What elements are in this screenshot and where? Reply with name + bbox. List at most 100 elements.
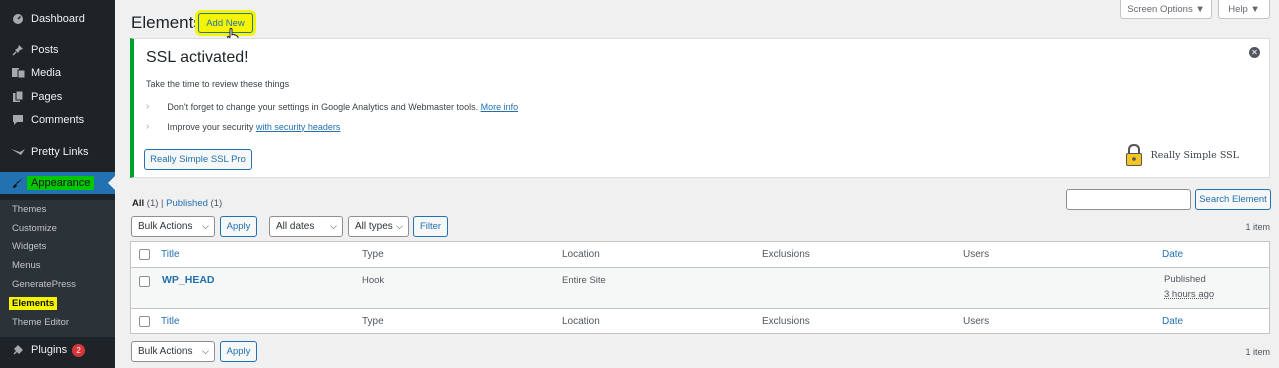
bulk-actions-select[interactable]: Bulk Actions ⌵ xyxy=(131,216,215,237)
chevron-right-icon: › xyxy=(146,101,150,112)
plugins-icon xyxy=(11,343,25,357)
chevron-right-icon: › xyxy=(146,121,150,132)
column-footer-exclusions: Exclusions xyxy=(762,316,810,327)
filter-separator: | xyxy=(161,198,164,209)
ssl-pro-button[interactable]: Really Simple SSL Pro xyxy=(144,149,252,170)
search-input[interactable] xyxy=(1066,189,1191,210)
pin-icon xyxy=(11,43,25,57)
sidebar-item-plugins[interactable]: Plugins 2 xyxy=(0,339,115,361)
pretty-links-icon xyxy=(11,145,25,159)
sidebar-item-dashboard[interactable]: Dashboard xyxy=(0,8,115,30)
submenu-item-elements[interactable]: Elements xyxy=(9,297,58,310)
chevron-down-icon: ⌵ xyxy=(396,221,403,231)
add-new-button[interactable]: Add New xyxy=(198,13,253,33)
apply-button-bottom[interactable]: Apply xyxy=(220,341,257,362)
sidebar-item-label: Dashboard xyxy=(31,13,85,25)
media-icon xyxy=(11,66,25,80)
sidebar-item-media[interactable]: Media xyxy=(0,62,115,84)
update-count-badge: 2 xyxy=(72,343,86,357)
filter-published-link[interactable]: Published xyxy=(166,198,208,209)
sidebar-item-pretty-links[interactable]: Pretty Links xyxy=(0,141,115,163)
sidebar-item-label: Posts xyxy=(31,44,59,56)
security-headers-link[interactable]: with security headers xyxy=(256,122,341,132)
ssl-notice: SSL activated! ✕ Take the time to review… xyxy=(130,38,1270,178)
row-date-status: Published xyxy=(1164,274,1206,285)
notice-title: SSL activated! xyxy=(146,49,249,66)
chevron-down-icon: ⌵ xyxy=(330,221,337,231)
filter-published-count: (1) xyxy=(210,198,223,209)
column-footer-location: Location xyxy=(562,316,600,327)
notice-item-text: Improve your security xyxy=(167,121,254,132)
column-header-users: Users xyxy=(963,249,990,260)
help-button[interactable]: Help ▼ xyxy=(1218,0,1270,19)
sidebar-item-appearance[interactable]: Appearance xyxy=(0,172,115,194)
brush-icon xyxy=(11,176,25,190)
bulk-actions-value: Bulk Actions xyxy=(138,346,193,357)
comment-icon xyxy=(11,113,25,127)
row-checkbox[interactable] xyxy=(139,276,150,287)
submenu-item-themes[interactable]: Themes xyxy=(12,204,46,215)
column-header-type: Type xyxy=(362,249,384,260)
elements-table: Title Type Location Exclusions Users Dat… xyxy=(130,241,1270,334)
ssl-logo: Really Simple SSL xyxy=(1125,143,1239,167)
dashboard-icon xyxy=(11,12,25,26)
notice-item-text: Don't forget to change your settings in … xyxy=(167,101,479,112)
filter-button[interactable]: Filter xyxy=(413,216,448,237)
appearance-submenu: Themes Customize Widgets Menus GenerateP… xyxy=(0,200,115,337)
active-menu-arrow xyxy=(108,176,115,190)
submenu-item-customize[interactable]: Customize xyxy=(12,223,57,234)
column-footer-users: Users xyxy=(963,316,990,327)
table-footer-row: Title Type Location Exclusions Users Dat… xyxy=(131,308,1269,334)
select-all-checkbox-footer[interactable] xyxy=(139,316,150,327)
items-count-bottom: 1 item xyxy=(1245,347,1270,357)
filter-all-count: (1) xyxy=(146,198,159,209)
chevron-down-icon: ⌵ xyxy=(202,221,209,231)
column-header-date[interactable]: Date xyxy=(1162,249,1183,260)
row-location: Entire Site xyxy=(562,275,606,286)
lock-icon xyxy=(1125,143,1142,166)
items-count: 1 item xyxy=(1245,222,1270,232)
sidebar-item-label: Appearance xyxy=(27,176,95,190)
type-filter-select[interactable]: All types ⌵ xyxy=(348,216,409,237)
submenu-item-menus[interactable]: Menus xyxy=(12,260,41,271)
sidebar-item-label: Comments xyxy=(31,114,85,126)
sidebar-item-label: Plugins xyxy=(31,344,68,356)
table-header-row: Title Type Location Exclusions Users Dat… xyxy=(131,242,1269,268)
table-row: WP_HEAD Hook Entire Site Published 3 hou… xyxy=(131,268,1269,308)
submenu-item-theme-editor[interactable]: Theme Editor xyxy=(12,317,69,328)
more-info-link[interactable]: More info xyxy=(481,102,519,112)
bulk-actions-value: Bulk Actions xyxy=(138,221,193,232)
sidebar-item-label: Media xyxy=(31,67,61,79)
page-title: Elements xyxy=(131,13,202,32)
date-filter-select[interactable]: All dates ⌵ xyxy=(269,216,343,237)
admin-sidebar: Dashboard Posts Media Pages Comments Pre… xyxy=(0,0,115,368)
notice-item: › Improve your security with security he… xyxy=(146,121,340,132)
date-filter-value: All dates xyxy=(276,221,315,232)
submenu-item-label: Elements xyxy=(9,297,58,310)
column-header-exclusions: Exclusions xyxy=(762,249,810,260)
column-footer-title[interactable]: Title xyxy=(161,316,180,327)
row-type: Hook xyxy=(362,275,385,286)
row-title-link[interactable]: WP_HEAD xyxy=(162,274,215,286)
notice-intro: Take the time to review these things xyxy=(146,79,290,89)
column-header-location: Location xyxy=(562,249,600,260)
screen-options-button[interactable]: Screen Options ▼ xyxy=(1120,0,1212,19)
submenu-item-generatepress[interactable]: GeneratePress xyxy=(12,279,76,290)
sidebar-item-comments[interactable]: Comments xyxy=(0,109,115,131)
search-element-button[interactable]: Search Element xyxy=(1195,189,1271,210)
sidebar-item-posts[interactable]: Posts xyxy=(0,39,115,61)
ssl-brand-name: Really Simple SSL xyxy=(1150,149,1239,161)
bulk-actions-select-bottom[interactable]: Bulk Actions ⌵ xyxy=(131,341,215,362)
sidebar-item-label: Pages xyxy=(31,91,63,103)
column-header-title[interactable]: Title xyxy=(161,249,180,260)
submenu-item-widgets[interactable]: Widgets xyxy=(12,241,46,252)
sidebar-item-label: Pretty Links xyxy=(31,146,89,158)
select-all-checkbox[interactable] xyxy=(139,249,150,260)
filter-all-link[interactable]: All xyxy=(132,198,144,209)
sidebar-item-pages[interactable]: Pages xyxy=(0,86,115,108)
apply-button[interactable]: Apply xyxy=(220,216,257,237)
column-footer-date[interactable]: Date xyxy=(1162,316,1183,327)
column-footer-type: Type xyxy=(362,316,384,327)
dismiss-icon[interactable]: ✕ xyxy=(1249,47,1260,58)
status-filter-links: All (1) | Published (1) xyxy=(132,198,222,209)
